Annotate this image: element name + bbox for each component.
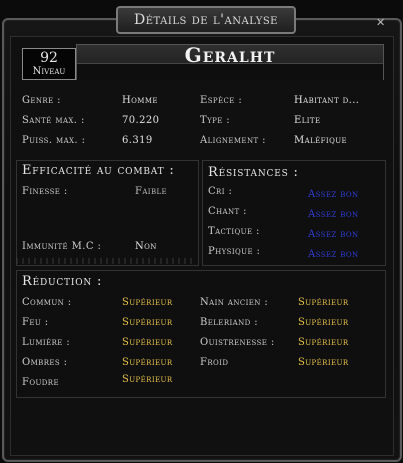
- reduction-value-froid: Supérieur: [298, 357, 349, 368]
- reduction-value-nain-ancien: Supérieur: [298, 297, 349, 308]
- reduction-label-foudre: Foudre: [22, 377, 59, 388]
- close-icon[interactable]: ✕: [376, 17, 386, 28]
- name-bar: Geralht: [76, 44, 384, 80]
- resistance-value-cri: Assez bon: [308, 189, 359, 200]
- stat-label-power: Puiss. max. :: [22, 135, 86, 146]
- reduction-label-nain-ancien: Nain ancien :: [200, 297, 269, 308]
- stat-value-species: Habitant d...: [294, 95, 360, 106]
- reduction-label-beleriand: Beleriand :: [200, 317, 258, 328]
- reduction-value-foudre: Supérieur: [122, 374, 173, 385]
- reduction-label-froid: Froid: [200, 357, 229, 368]
- stat-value-genre: Homme: [122, 95, 158, 106]
- stat-label-alignment: Alignement :: [200, 135, 266, 146]
- reduction-label-lumiere: Lumière :: [22, 337, 71, 348]
- window-title: Détails de l'analyse: [116, 6, 296, 34]
- stat-label-type: Type :: [200, 115, 231, 126]
- resistance-label-physique: Physique :: [208, 246, 261, 257]
- level-value: 92: [40, 50, 58, 66]
- character-name: Geralht: [184, 43, 276, 67]
- resistance-value-physique: Assez bon: [308, 249, 359, 260]
- reduction-value-beleriand: Supérieur: [298, 317, 349, 328]
- resistance-label-tactique: Tactique :: [208, 226, 260, 237]
- resistance-label-cri: Cri :: [208, 186, 233, 197]
- efficacite-title: Efficacité au combat :: [22, 163, 175, 178]
- reduction-value-ouistrenesse: Supérieur: [298, 337, 349, 348]
- stat-value-type: Elite: [294, 115, 321, 126]
- stat-label-genre: Genre :: [22, 95, 61, 106]
- efficacite-label-immunite: Immunité M.C :: [22, 241, 102, 252]
- reduction-value-commun: Supérieur: [122, 297, 173, 308]
- reduction-panel: [16, 270, 386, 398]
- resistance-label-chant: Chant :: [208, 206, 247, 217]
- name-strip: [77, 63, 383, 80]
- efficacite-label-finesse: Finesse :: [22, 186, 68, 197]
- efficacite-value-finesse: Faible: [135, 186, 168, 197]
- level-label: Niveau: [32, 66, 66, 77]
- stat-value-power: 6.319: [122, 135, 153, 146]
- resistance-value-tactique: Assez bon: [308, 229, 359, 240]
- efficacite-value-immunite: Non: [135, 241, 157, 252]
- reduction-value-lumiere: Supérieur: [122, 337, 173, 348]
- reduction-label-ouistrenesse: Ouistrenesse :: [200, 337, 275, 348]
- stat-value-alignment: Maléfique: [294, 135, 348, 146]
- stat-value-health: 70.220: [122, 115, 160, 126]
- reduction-label-feu: Feu :: [22, 317, 49, 328]
- reduction-label-commun: Commun :: [22, 297, 72, 308]
- efficacite-overflow-edge: [16, 258, 196, 264]
- level-box: 92 Niveau: [22, 48, 76, 80]
- reduction-label-ombres: Ombres :: [22, 357, 68, 368]
- stat-label-species: Espèce :: [200, 95, 243, 106]
- reduction-value-feu: Supérieur: [122, 317, 173, 328]
- reduction-title: Réduction :: [22, 274, 103, 289]
- resistances-title: Résistances :: [208, 165, 299, 180]
- resistance-value-chant: Assez bon: [308, 209, 359, 220]
- reduction-value-ombres: Supérieur: [122, 357, 173, 368]
- stat-label-health: Santé max. :: [22, 115, 85, 126]
